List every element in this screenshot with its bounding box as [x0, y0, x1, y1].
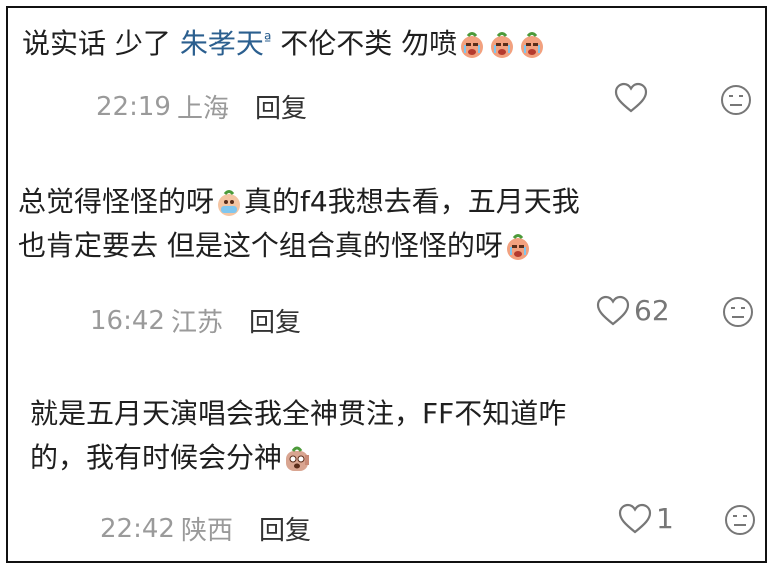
- surprised-peach-emoji-icon: [286, 446, 310, 471]
- like-button[interactable]: [614, 82, 648, 114]
- crying-peach-emoji-icon: [506, 234, 529, 260]
- comment-meta: 16:42 江苏 回复: [90, 302, 301, 339]
- like-button[interactable]: 62: [596, 294, 670, 327]
- reply-button[interactable]: 回复: [249, 302, 301, 339]
- dislike-face-icon[interactable]: [724, 504, 756, 536]
- comment-meta: 22:19 上海 回复: [96, 88, 307, 125]
- comment-text: 说实话 少了 朱孝天ª 不伦不类 勿喷: [22, 18, 547, 66]
- sweating-peach-emoji-icon: [218, 190, 241, 216]
- comment-text: 就是五月天演唱会我全神贯注，FF不知道咋 的，我有时候会分神: [30, 397, 567, 474]
- comment-time: 22:19: [96, 91, 171, 122]
- comment-location: 江苏: [170, 308, 223, 338]
- comment-time: 22:42: [100, 513, 175, 544]
- reply-button[interactable]: 回复: [259, 510, 311, 547]
- dislike-face-icon[interactable]: [720, 84, 752, 116]
- reply-button[interactable]: 回复: [255, 88, 307, 125]
- crying-peach-emoji-icon: [461, 32, 484, 58]
- dislike-face-icon[interactable]: [722, 296, 754, 328]
- like-count: 62: [634, 294, 670, 327]
- heart-icon: [618, 503, 652, 533]
- comment-time: 16:42: [90, 305, 165, 336]
- comment-text: 总觉得怪怪的呀 真的f4我想去看，五月天我 也肯定要去 但是这个组合真的怪怪的呀: [18, 185, 580, 262]
- comment-location: 陕西: [180, 516, 233, 546]
- crying-peach-emoji-icon: [521, 32, 544, 58]
- comment-meta: 22:42 陕西 回复: [100, 510, 311, 547]
- heart-icon: [596, 295, 630, 325]
- crying-peach-emoji-icon: [491, 32, 514, 58]
- like-button[interactable]: 1: [618, 502, 674, 535]
- comment-screenshot: 说实话 少了 朱孝天ª 不伦不类 勿喷 22:19 上海 回复 总觉得怪怪的呀真…: [6, 6, 767, 563]
- comment-location: 上海: [176, 94, 229, 124]
- like-count: 1: [656, 502, 674, 535]
- heart-icon: [614, 82, 648, 113]
- mention-link[interactable]: 朱孝天: [180, 27, 264, 60]
